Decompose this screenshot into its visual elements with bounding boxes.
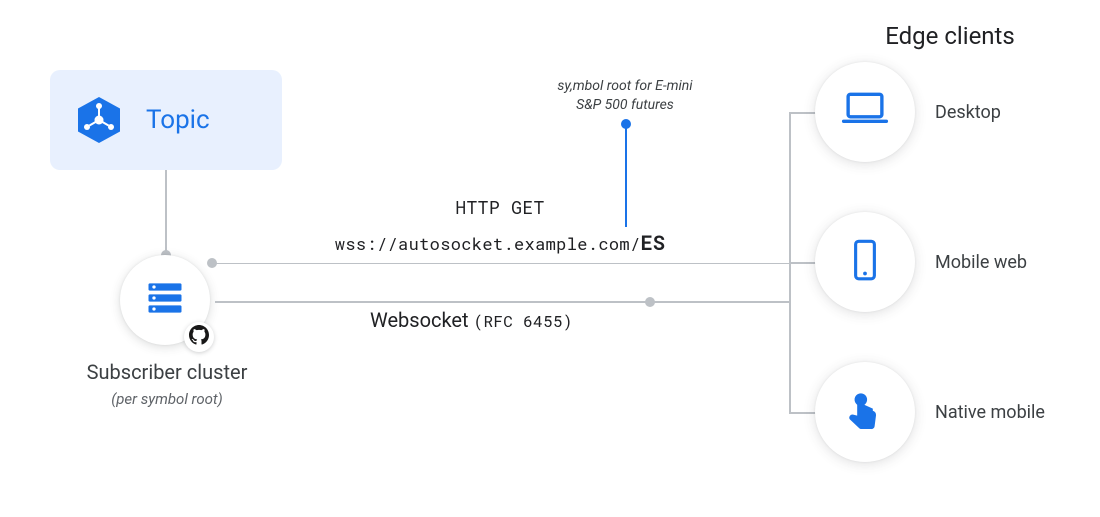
connector-http — [215, 263, 790, 265]
subscriber-subtitle: (per symbol root) — [52, 390, 282, 408]
client-mobileweb-node — [815, 212, 915, 312]
pubsub-topic-icon — [74, 95, 124, 145]
server-stack-icon — [143, 276, 187, 324]
edge-clients-title: Edge clients — [815, 22, 1085, 50]
client-mobileweb-label: Mobile web — [935, 252, 1027, 273]
client-desktop-label: Desktop — [935, 102, 1001, 123]
topic-label: Topic — [146, 105, 210, 135]
url-suffix: ES — [641, 230, 666, 256]
subscriber-title: Subscriber cluster — [52, 360, 282, 384]
topic-card: Topic — [50, 70, 282, 170]
client-native-label: Native mobile — [935, 402, 1045, 423]
annotation-line1: sy,mbol root for E-mini — [557, 78, 692, 94]
websocket-label: Websocket (RFC 6455) — [370, 308, 573, 332]
client-desktop-node — [815, 62, 915, 162]
github-badge — [184, 322, 214, 352]
github-icon — [189, 325, 209, 349]
smartphone-icon — [840, 235, 890, 289]
connector-dot — [645, 297, 655, 307]
http-method-label: HTTP GET — [330, 195, 670, 219]
connector-topic-to-subscriber — [165, 170, 167, 254]
url-prefix: wss://autosocket.example.com/ — [335, 232, 641, 255]
annotation-line2: S&P 500 futures — [576, 97, 674, 113]
websocket-word: Websocket — [370, 308, 474, 332]
touch-app-icon — [840, 385, 890, 439]
client-native-node — [815, 362, 915, 462]
annotation-text: sy,mbol root for E-mini S&P 500 futures — [520, 77, 730, 115]
websocket-url: wss://autosocket.example.com/ES — [300, 230, 700, 256]
annotation-pointer-line — [625, 127, 627, 227]
laptop-icon — [838, 83, 892, 141]
websocket-rfc: (RFC 6455) — [474, 311, 573, 332]
connector-websocket — [215, 301, 790, 303]
